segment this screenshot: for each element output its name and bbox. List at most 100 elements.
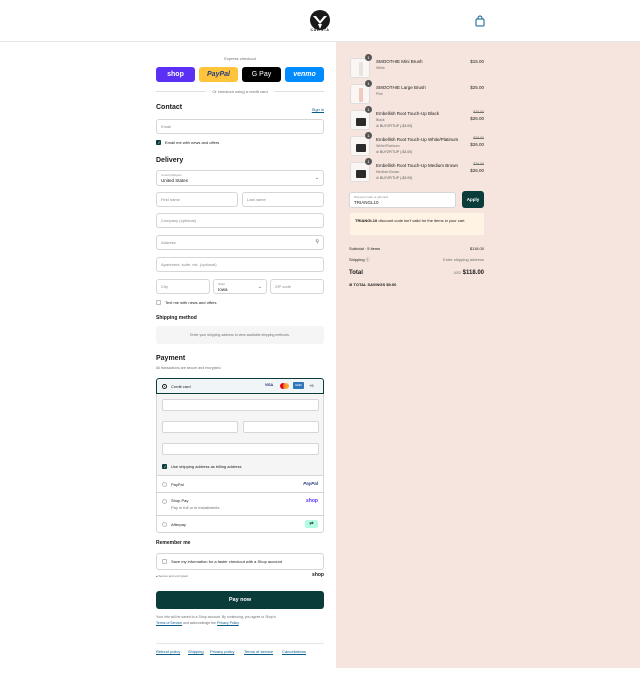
item-variant: White/Platinum	[376, 144, 400, 148]
apply-discount-button[interactable]: Apply	[462, 191, 484, 208]
email-news-label: Email me with news and offers	[165, 140, 220, 145]
item-price: $26.00	[470, 116, 484, 121]
venmo-button[interactable]: venmo	[285, 67, 324, 82]
first-name-input[interactable]: First name	[156, 192, 238, 207]
product-thumbnail	[350, 58, 370, 78]
shop-pay-option[interactable]: Shop Pay Pay in full or in installments …	[156, 493, 324, 516]
item-variant: Medium Brown	[376, 170, 400, 174]
credit-card-radio[interactable]	[162, 384, 167, 389]
billing-address-checkbox[interactable]	[162, 464, 167, 469]
terms-of-service-link[interactable]: Terms of service	[244, 649, 273, 654]
item-discount: ⊘ BUY2FITUP (-$3.00)	[376, 176, 413, 180]
last-name-input[interactable]: Last name	[242, 192, 324, 207]
item-variant: White	[376, 66, 385, 70]
secure-note: 🔒︎ Secure and encrypted	[156, 574, 188, 578]
shipping-method-heading: Shipping method	[156, 315, 197, 321]
cancellations-link[interactable]: Cancellations	[282, 649, 306, 654]
expiration-input[interactable]	[162, 421, 238, 433]
cart-item: 1 SMOOTHIE Large Brush Pink $25.00	[350, 80, 484, 106]
terms-link[interactable]: Terms of Service	[156, 621, 182, 625]
brand-name: CALISTA	[310, 28, 330, 32]
email-news-checkbox[interactable]	[156, 140, 161, 145]
paypal-radio[interactable]	[162, 482, 167, 487]
item-variant: Pink	[376, 92, 383, 96]
search-icon: ⚲	[315, 239, 319, 245]
shop-pay-logo-icon: shop	[306, 498, 318, 504]
refund-policy-link[interactable]: Refund policy	[156, 649, 180, 654]
paypal-label: PayPal	[171, 482, 184, 487]
total-savings-row: ⊘ TOTAL SAVINGS $9.00	[349, 282, 397, 287]
help-icon[interactable]: ⓘ	[366, 257, 370, 262]
afterpay-radio[interactable]	[162, 522, 167, 527]
state-select[interactable]: State Iowa ⌄	[213, 279, 267, 294]
shipping-method-notice: Enter your shipping address to view avai…	[156, 326, 324, 344]
shop-pay-sublabel: Pay in full or in installments	[171, 505, 220, 510]
product-thumbnail	[350, 84, 370, 104]
payment-heading: Payment	[156, 355, 186, 362]
item-name: Embellish Root Touch-Up White/Platinum	[376, 137, 459, 142]
visa-icon: VISA	[265, 383, 274, 387]
email-input[interactable]: Email	[156, 119, 324, 134]
afterpay-label: Afterpay	[171, 522, 186, 527]
billing-address-label: Use shipping address as billing address	[171, 464, 242, 469]
shipping-policy-link[interactable]: Shipping	[188, 649, 204, 654]
pay-now-button[interactable]: Pay now	[156, 591, 324, 609]
shop-logo: shop	[312, 572, 324, 578]
cart-item: 1 SMOOTHIE Mini Brush White $15.00	[350, 54, 484, 80]
apartment-input[interactable]: Apartment, suite, etc. (optional)	[156, 257, 324, 272]
paypal-option[interactable]: PayPal PayPal	[156, 476, 324, 493]
header: CALISTA	[0, 0, 640, 42]
item-original-price: $29.00	[473, 162, 484, 166]
item-name: SMOOTHIE Mini Brush	[376, 59, 423, 64]
name-on-card-input[interactable]	[162, 443, 319, 455]
security-code-input[interactable]	[243, 421, 319, 433]
total-row: Total USD $118.00	[349, 270, 484, 276]
express-checkout-title: Express checkout	[224, 56, 256, 61]
payment-subtitle: All transactions are secure and encrypte…	[156, 366, 222, 370]
country-select[interactable]: Country/Region United States ⌄	[156, 170, 324, 186]
save-info-checkbox[interactable]	[162, 559, 167, 564]
item-original-price: $29.00	[473, 136, 484, 140]
subtotal-row: Subtotal · 5 items $118.00	[349, 246, 484, 251]
text-news-checkbox[interactable]	[156, 300, 161, 305]
text-news-label: Text me with news and offers	[165, 300, 217, 305]
shop-pay-radio[interactable]	[162, 499, 167, 504]
product-thumbnail	[350, 136, 370, 156]
contact-heading: Contact	[156, 104, 183, 111]
product-thumbnail	[350, 110, 370, 130]
cart-item: 1 Embellish Root Touch-Up Black Black ⊘ …	[350, 106, 484, 132]
cart-bag-icon[interactable]	[474, 15, 486, 27]
paypal-button[interactable]: PayPal	[199, 67, 238, 82]
afterpay-option[interactable]: Afterpay ⇄	[156, 516, 324, 533]
credit-card-option[interactable]: Credit card VISA AMEX +5	[156, 378, 324, 394]
privacy-policy-link[interactable]: Privacy policy	[210, 649, 234, 654]
cart-item: 1 Embellish Root Touch-Up Medium Brown M…	[350, 158, 484, 184]
google-pay-button[interactable]: G Pay	[242, 67, 281, 82]
card-number-input[interactable]	[162, 399, 319, 411]
paypal-logo-icon: PayPal	[303, 481, 318, 486]
more-cards-badge: +5	[309, 383, 314, 388]
chevron-down-icon: ⌄	[314, 175, 319, 181]
credit-card-label: Credit card	[171, 384, 191, 389]
discount-code-input[interactable]: Discount code or gift card TRIANGL10	[349, 192, 456, 208]
discount-error-notice: TRIANGL10 discount code isn't valid for …	[350, 213, 484, 235]
company-input[interactable]: Company (optional)	[156, 213, 324, 228]
remember-me-heading: Remember me	[156, 540, 191, 546]
item-name: Embellish Root Touch-Up Medium Brown	[376, 163, 458, 168]
item-price: $15.00	[470, 59, 484, 64]
mastercard-icon	[280, 383, 289, 389]
quantity-badge: 1	[365, 80, 372, 87]
remember-me-box: Save my information for a faster checkou…	[156, 553, 324, 570]
zip-input[interactable]: ZIP code	[270, 279, 324, 294]
city-input[interactable]: City	[156, 279, 210, 294]
product-thumbnail	[350, 162, 370, 182]
shipping-row: Shipping ⓘ Enter shipping address	[349, 257, 484, 262]
legal-text: Your info will be saved to a Shop accoun…	[156, 615, 276, 625]
item-discount: ⊘ BUY2FITUP (-$3.00)	[376, 124, 413, 128]
item-name: SMOOTHIE Large Brush	[376, 85, 426, 90]
address-input[interactable]: Address ⚲	[156, 235, 324, 250]
privacy-link[interactable]: Privacy Policy	[217, 621, 239, 625]
shop-pay-button[interactable]: shop	[156, 67, 195, 82]
amex-icon: AMEX	[293, 382, 304, 389]
sign-in-link[interactable]: Sign in	[312, 107, 324, 112]
